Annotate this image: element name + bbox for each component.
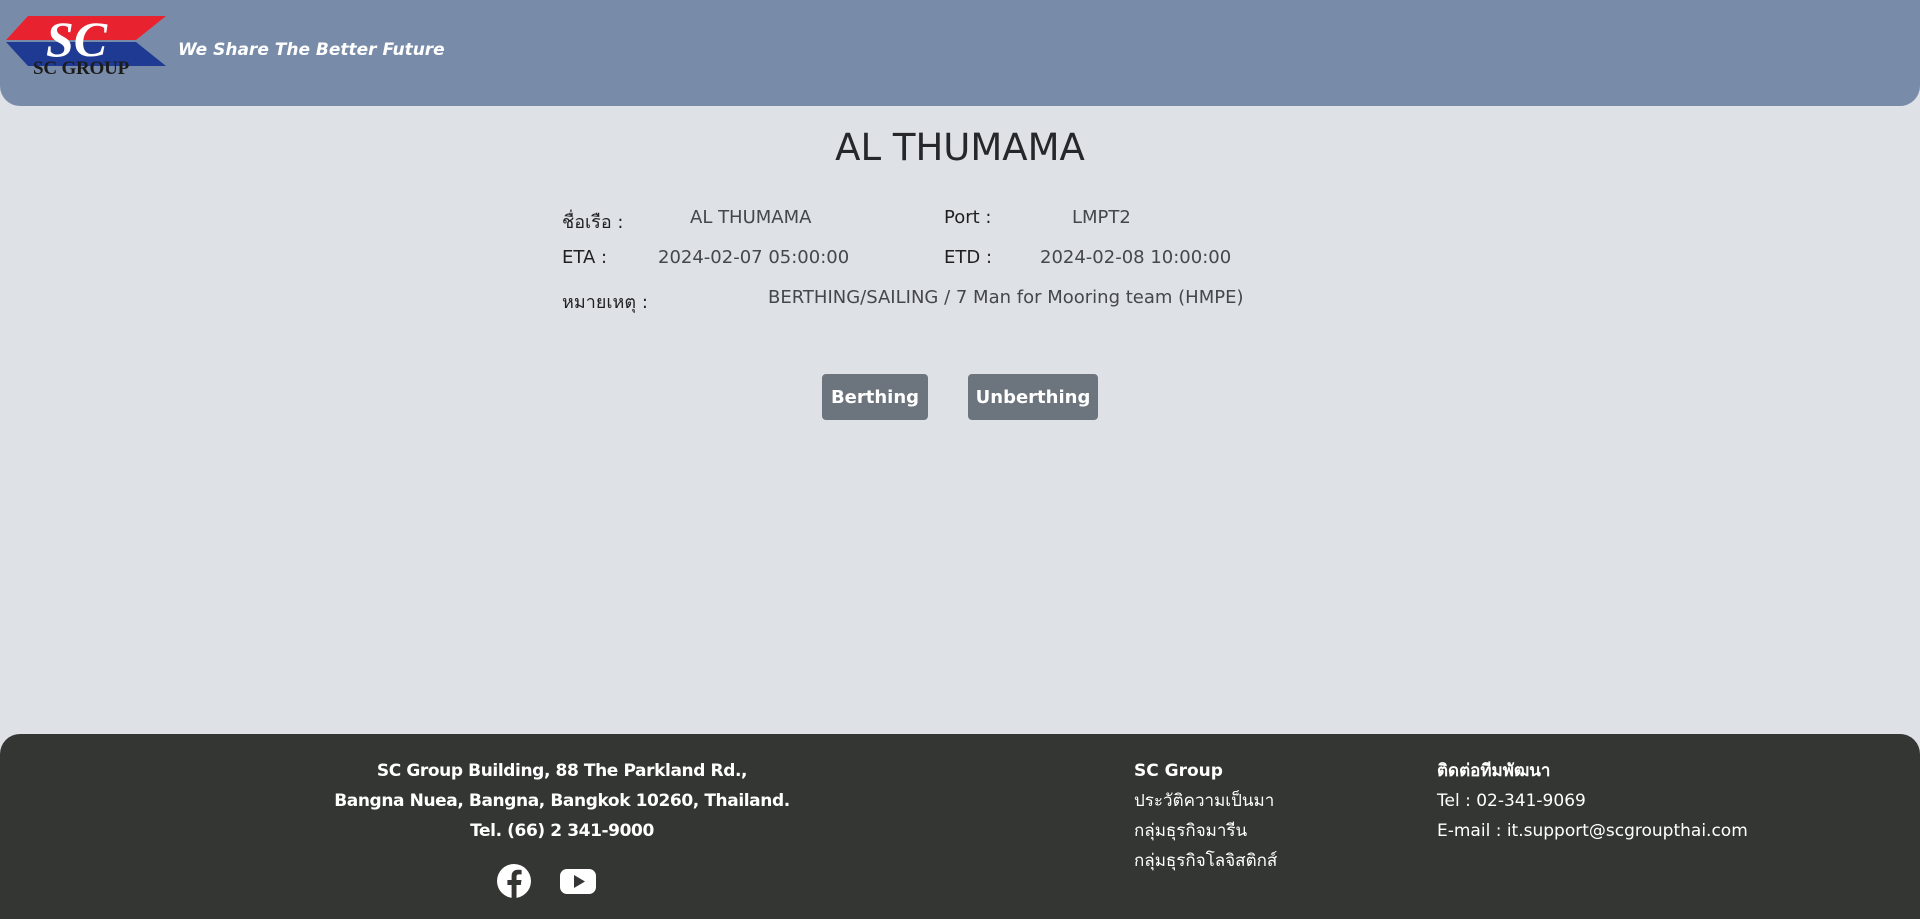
facebook-icon[interactable] [494, 861, 534, 901]
vessel-name-value: AL THUMAMA [690, 207, 812, 228]
etd-label: ETD : [944, 247, 993, 268]
unberthing-button[interactable]: Unberthing [968, 374, 1098, 420]
dev-email[interactable]: E-mail : it.support@scgroupthai.com [1437, 816, 1748, 846]
address-line-2: Bangna Nuea, Bangna, Bangkok 10260, Thai… [334, 791, 790, 811]
vessel-name-label: ชื่อเรือ : [562, 212, 624, 233]
address-line-1: SC Group Building, 88 The Parkland Rd., [376, 761, 748, 781]
tagline: We Share The Better Future [178, 40, 445, 60]
page-title: AL THUMAMA [835, 126, 1085, 169]
remark-value: BERTHING/SAILING / 7 Man for Mooring tea… [768, 287, 1244, 308]
etd-value: 2024-02-08 10:00:00 [1040, 247, 1232, 268]
company-address: SC Group Building, 88 The Parkland Rd., … [262, 756, 862, 846]
sc-group-heading: SC Group [1134, 761, 1223, 781]
eta-value: 2024-02-07 05:00:00 [658, 247, 850, 268]
eta-label: ETA : [562, 247, 608, 268]
marine-business-link[interactable]: กลุ่มธุรกิจมารีน [1134, 816, 1277, 846]
sc-group-logo[interactable]: SC [6, 16, 166, 94]
berthing-button[interactable]: Berthing [822, 374, 928, 420]
youtube-icon[interactable] [558, 861, 598, 901]
sc-group-links: SC Group ประวัติความเป็นมา กลุ่มธุรกิจมา… [1134, 756, 1277, 876]
address-line-3: Tel. (66) 2 341-9000 [470, 821, 654, 841]
port-value: LMPT2 [1072, 207, 1131, 228]
site-footer: SC Group Building, 88 The Parkland Rd., … [0, 734, 1920, 919]
contact-dev-team: ติดต่อทีมพัฒนา Tel : 02-341-9069 E-mail … [1437, 756, 1748, 846]
logistics-business-link[interactable]: กลุ่มธุรกิจโลจิสติกส์ [1134, 846, 1277, 876]
logo-text: SC GROUP [33, 58, 130, 79]
site-header: SC SC GROUP We Share The Better Future [0, 0, 1920, 106]
history-link[interactable]: ประวัติความเป็นมา [1134, 786, 1277, 816]
contact-dev-heading: ติดต่อทีมพัฒนา [1437, 761, 1551, 781]
port-label: Port : [944, 207, 992, 228]
remark-label: หมายเหตุ : [562, 292, 648, 313]
dev-tel: Tel : 02-341-9069 [1437, 791, 1586, 811]
